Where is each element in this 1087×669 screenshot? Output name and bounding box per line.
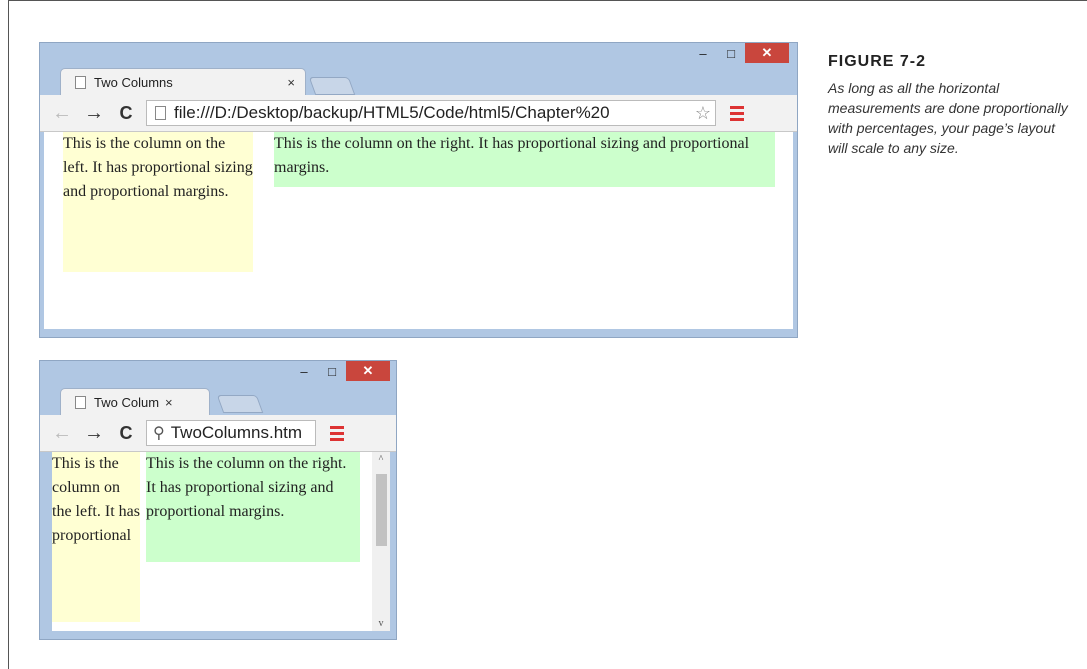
right-column: This is the column on the right. It has … — [274, 132, 775, 187]
browser-tab[interactable]: Two Columns × — [60, 68, 306, 95]
window-controls: – □ ✕ — [290, 361, 390, 388]
browser-toolbar: ← → C ⚲ TwoColumns.htm — [40, 415, 396, 452]
address-bar[interactable]: file:///D:/Desktop/backup/HTML5/Code/htm… — [146, 100, 716, 126]
new-tab-button[interactable] — [216, 395, 264, 413]
browser-tab[interactable]: Two Colum × — [60, 388, 210, 415]
browser-window-small: – □ ✕ Two Colum × ← → C ⚲ TwoColumns.htm… — [39, 360, 397, 640]
minimize-button[interactable]: – — [689, 43, 717, 63]
close-window-button[interactable]: ✕ — [346, 361, 390, 381]
tab-title: Two Columns — [94, 74, 173, 90]
tab-close-icon[interactable]: × — [165, 395, 173, 410]
reload-icon[interactable]: C — [116, 103, 136, 124]
right-column: This is the column on the right. It has … — [146, 452, 360, 562]
page-content: This is the column on the left. It has p… — [44, 132, 793, 329]
scrollbar-thumb[interactable] — [376, 474, 387, 546]
scroll-down-icon[interactable]: v — [372, 618, 390, 629]
back-icon[interactable]: ← — [52, 422, 72, 445]
window-controls: – □ ✕ — [689, 43, 789, 70]
minimize-button[interactable]: – — [290, 361, 318, 381]
scroll-up-icon[interactable]: ^ — [372, 454, 390, 465]
page-icon — [75, 395, 86, 409]
left-column: This is the column on the left. It has p… — [52, 452, 140, 622]
address-bar[interactable]: ⚲ TwoColumns.htm — [146, 420, 316, 446]
reload-icon[interactable]: C — [116, 423, 136, 444]
back-icon[interactable]: ← — [52, 102, 72, 125]
menu-icon[interactable] — [330, 425, 344, 441]
browser-toolbar: ← → C file:///D:/Desktop/backup/HTML5/Co… — [40, 95, 797, 132]
figure-label: FIGURE 7-2 — [828, 53, 927, 70]
address-url: file:///D:/Desktop/backup/HTML5/Code/htm… — [174, 103, 610, 122]
tab-title: Two Colum — [94, 394, 160, 410]
figure-caption: As long as all the horizontal measuremen… — [828, 80, 1068, 156]
forward-icon[interactable]: → — [84, 422, 104, 445]
menu-icon[interactable] — [730, 105, 744, 121]
search-icon: ⚲ — [153, 425, 165, 442]
left-column: This is the column on the left. It has p… — [63, 132, 253, 272]
forward-icon[interactable]: → — [84, 102, 104, 125]
bookmark-star-icon[interactable]: ☆ — [695, 103, 711, 124]
new-tab-button[interactable] — [308, 77, 356, 95]
tab-close-icon[interactable]: × — [287, 75, 295, 90]
address-url: TwoColumns.htm — [170, 423, 303, 442]
vertical-scrollbar[interactable]: ^ v — [372, 452, 390, 631]
browser-window-large: – □ ✕ Two Columns × ← → C file:///D:/Des… — [39, 42, 798, 338]
page-icon — [155, 106, 166, 120]
page-content: This is the column on the left. It has p… — [52, 452, 390, 631]
maximize-button[interactable]: □ — [318, 361, 346, 381]
page-icon — [75, 75, 86, 89]
maximize-button[interactable]: □ — [717, 43, 745, 63]
close-window-button[interactable]: ✕ — [745, 43, 789, 63]
